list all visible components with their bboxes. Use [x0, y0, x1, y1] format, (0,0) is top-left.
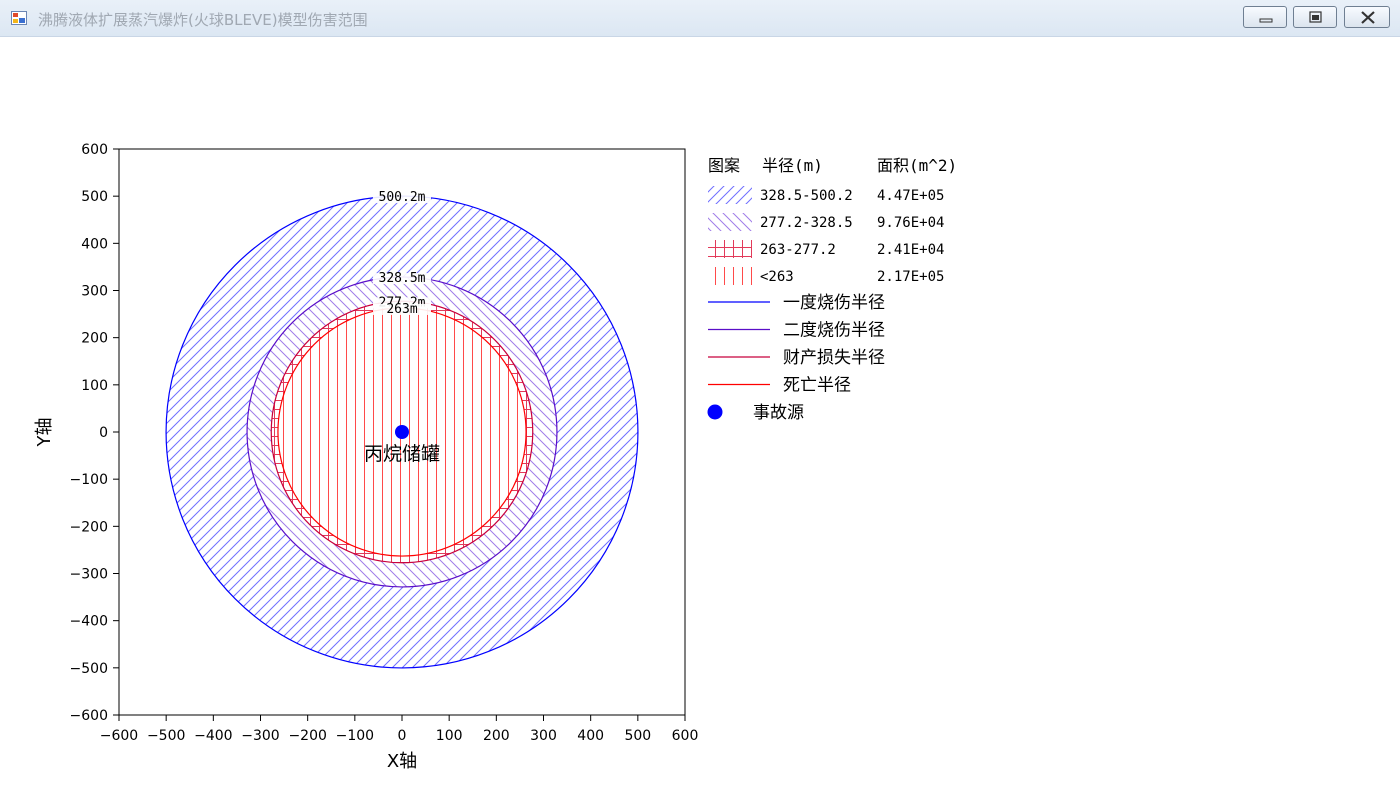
close-icon: [1361, 11, 1375, 24]
maximize-button[interactable]: [1293, 6, 1337, 28]
close-button[interactable]: [1344, 6, 1390, 28]
legend-area: 4.47E+05: [877, 188, 944, 204]
y-tick-label: −500: [70, 661, 108, 677]
x-tick-label: −600: [100, 728, 138, 744]
legend-pattern-swatch: [708, 240, 752, 258]
y-tick-label: −300: [70, 567, 108, 583]
legend-pattern-swatch: [708, 213, 752, 231]
legend-area: 9.76E+04: [877, 215, 944, 231]
minimize-icon: [1259, 18, 1273, 23]
legend-header-pattern: 图案: [708, 156, 740, 175]
source-label: 丙烷储罐: [364, 443, 440, 465]
y-tick-label: −200: [70, 519, 108, 535]
radius-label: 263m: [386, 302, 417, 317]
app-window-icon: [11, 11, 27, 25]
legend-source-swatch: [707, 404, 723, 420]
legend-line-label: 财产损失半径: [783, 348, 885, 368]
legend-header-area: 面积(m^2): [877, 156, 957, 175]
window-title: 沸腾液体扩展蒸汽爆炸(火球BLEVE)模型伤害范围: [38, 11, 368, 29]
x-tick-label: −300: [241, 728, 279, 744]
x-axis-title: X轴: [387, 751, 417, 772]
legend-layer: 图案 半径(m) 面积(m^2) 328.5-500.2 4.47E+05 277.2-3…: [707, 156, 957, 423]
y-tick-label: 100: [81, 378, 108, 394]
maximize-icon: [1309, 11, 1322, 23]
x-tick-label: 100: [436, 728, 463, 744]
legend-header-radius: 半径(m): [762, 156, 823, 175]
legend-range: <263: [760, 269, 794, 285]
legend-line-label: 二度烧伤半径: [783, 321, 885, 341]
legend-source-label: 事故源: [753, 403, 804, 423]
x-tick-label: −100: [336, 728, 374, 744]
radius-label: 328.5m: [379, 271, 426, 286]
legend-line-label: 死亡半径: [783, 376, 851, 396]
y-tick-label: 500: [81, 189, 108, 205]
legend-range: 263-277.2: [760, 242, 836, 258]
y-axis-title: Y轴: [34, 418, 55, 448]
x-tick-label: 500: [624, 728, 651, 744]
source-point: [395, 425, 409, 439]
x-tick-label: −400: [194, 728, 232, 744]
bleve-damage-chart: 500.2m328.5m277.2m263m丙烷储罐 −600 −500 −400−…: [34, 142, 957, 772]
x-tick-label: 400: [577, 728, 604, 744]
legend-range: 277.2-328.5: [760, 215, 853, 231]
x-tick-label: −500: [147, 728, 185, 744]
content-area: 500.2m 328.5m 277.2m 263m 丙烷储罐 −600 −500 −400−…: [0, 37, 1400, 792]
legend-pattern-swatch: [708, 267, 752, 285]
y-tick-label: −600: [70, 708, 108, 724]
y-tick-label: 400: [81, 236, 108, 252]
y-tick-label: 600: [81, 142, 108, 158]
plot-layer: 500.2m328.5m277.2m263m丙烷储罐: [165, 190, 639, 669]
title-bar: 沸腾液体扩展蒸汽爆炸(火球BLEVE)模型伤害范围: [0, 0, 1400, 37]
y-tick-label: 0: [99, 425, 108, 441]
y-tick-label: −100: [70, 472, 108, 488]
legend-area: 2.41E+04: [877, 242, 944, 258]
legend-pattern-swatch: [708, 186, 752, 204]
legend-range: 328.5-500.2: [760, 188, 853, 204]
x-tick-label: 600: [672, 728, 699, 744]
x-tick-label: 0: [398, 728, 407, 744]
y-tick-label: −400: [70, 614, 108, 630]
y-tick-label: 300: [81, 284, 108, 300]
legend-area: 2.17E+05: [877, 269, 944, 285]
x-tick-label: 300: [530, 728, 557, 744]
radius-label: 500.2m: [379, 190, 426, 205]
legend-line-label: 一度烧伤半径: [783, 293, 885, 313]
x-tick-label: −200: [288, 728, 326, 744]
x-tick-label: 200: [483, 728, 510, 744]
y-tick-label: 200: [81, 331, 108, 347]
minimize-button[interactable]: [1243, 6, 1287, 28]
